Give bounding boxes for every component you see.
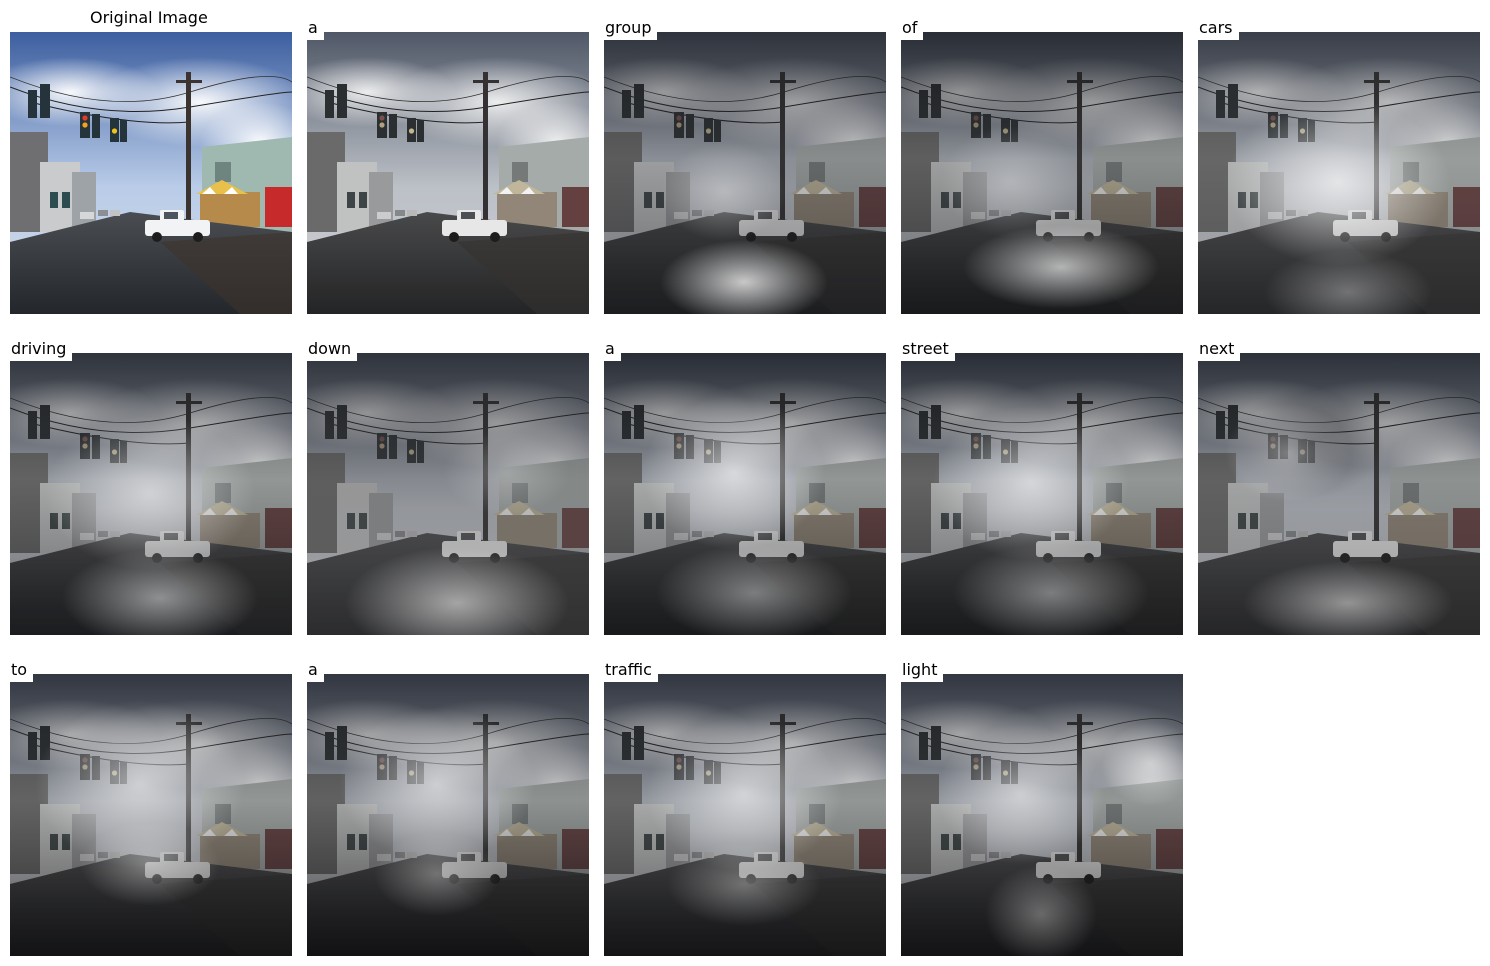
attention-map-word-8 xyxy=(901,353,1183,635)
word-label: driving xyxy=(10,341,73,361)
word-label: a xyxy=(307,20,324,40)
original-image-title: Original Image xyxy=(90,8,208,27)
word-label: down xyxy=(307,341,358,361)
attention-map-word-2 xyxy=(604,32,886,314)
attention-map-word-13 xyxy=(901,674,1183,956)
attention-map-word-10 xyxy=(10,674,292,956)
attention-map-word-1 xyxy=(307,32,589,314)
attention-map-word-4 xyxy=(1198,32,1480,314)
word-label: group xyxy=(604,20,658,40)
word-label: traffic xyxy=(604,662,658,682)
word-label: a xyxy=(307,662,324,682)
attention-map-word-6 xyxy=(307,353,589,635)
attention-map-word-3 xyxy=(901,32,1183,314)
attention-map-word-7 xyxy=(604,353,886,635)
attention-map-word-11 xyxy=(307,674,589,956)
attention-map-word-12 xyxy=(604,674,886,956)
word-label: a xyxy=(604,341,621,361)
word-label: street xyxy=(901,341,955,361)
attention-map-word-9 xyxy=(1198,353,1480,635)
word-label: to xyxy=(10,662,34,682)
word-label: cars xyxy=(1198,20,1239,40)
original-image xyxy=(10,32,292,314)
attention-map-word-5 xyxy=(10,353,292,635)
word-label: of xyxy=(901,20,924,40)
word-label: light xyxy=(901,662,944,682)
word-label: next xyxy=(1198,341,1241,361)
